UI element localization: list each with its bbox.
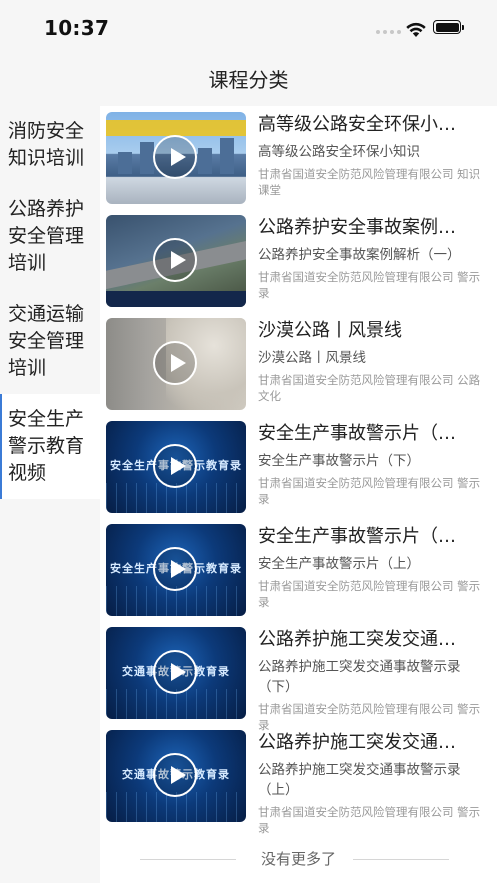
course-item[interactable]: 安全生产事故警示教育录 安全生产事故警示片（… 安全生产事故警示片（上） 甘肃省… <box>106 524 491 619</box>
play-icon[interactable] <box>153 753 197 797</box>
play-icon[interactable] <box>153 547 197 591</box>
course-item[interactable]: 交通事故警示教育录 公路养护施工突发交通… 公路养护施工突发交通事故警示录（上）… <box>106 730 491 835</box>
course-title: 公路养护施工突发交通… <box>258 732 456 753</box>
divider <box>353 859 449 860</box>
sidebar-item-label: 交通运输安全管理培训 <box>8 303 85 379</box>
course-item[interactable]: 公路养护安全事故案例… 公路养护安全事故案例解析（一） 甘肃省国道安全防范风险管… <box>106 215 491 310</box>
sidebar-item-label: 消防安全知识培训 <box>8 120 85 169</box>
course-title: 沙漠公路丨风景线 <box>258 320 402 341</box>
course-meta: 甘肃省国道安全防范风险管理有限公司 警示录 <box>258 270 481 300</box>
cellular-signal-icon <box>376 30 401 34</box>
status-time: 10:37 <box>44 16 110 40</box>
course-subtitle: 公路养护安全事故案例解析（一） <box>258 247 461 263</box>
course-item[interactable]: 交通事故警示教育录 公路养护施工突发交通… 公路养护施工突发交通事故警示录（下）… <box>106 627 491 732</box>
course-meta: 甘肃省国道安全防范风险管理有限公司 警示录 <box>258 702 481 732</box>
play-icon[interactable] <box>153 650 197 694</box>
course-title: 安全生产事故警示片（… <box>258 423 456 444</box>
video-thumbnail[interactable] <box>106 215 246 307</box>
sidebar-item-fire-safety[interactable]: 消防安全知识培训 <box>0 106 100 184</box>
sidebar-item-label: 安全生产警示教育视频 <box>8 408 85 484</box>
course-title: 公路养护施工突发交通… <box>258 629 456 650</box>
course-subtitle: 公路养护施工突发交通事故警示录（下） <box>258 659 461 695</box>
play-icon[interactable] <box>153 135 197 179</box>
wifi-icon <box>406 22 426 37</box>
course-item[interactable]: 安全生产事故警示教育录 安全生产事故警示片（… 安全生产事故警示片（下） 甘肃省… <box>106 421 491 516</box>
battery-icon <box>433 20 464 34</box>
sidebar-item-warning-videos[interactable]: 安全生产警示教育视频 <box>0 394 100 499</box>
video-thumbnail[interactable]: 安全生产事故警示教育录 <box>106 524 246 616</box>
video-thumbnail[interactable]: 安全生产事故警示教育录 <box>106 421 246 513</box>
course-title: 公路养护安全事故案例… <box>258 217 456 238</box>
course-subtitle: 沙漠公路丨风景线 <box>258 350 366 366</box>
sidebar-item-road-maintenance[interactable]: 公路养护安全管理培训 <box>0 184 100 289</box>
video-thumbnail[interactable] <box>106 318 246 410</box>
course-item[interactable]: 沙漠公路丨风景线 沙漠公路丨风景线 甘肃省国道安全防范风险管理有限公司 公路文化 <box>106 318 491 413</box>
list-end-indicator: 没有更多了 <box>100 848 497 870</box>
play-icon[interactable] <box>153 238 197 282</box>
course-subtitle: 安全生产事故警示片（上） <box>258 556 420 572</box>
course-meta: 甘肃省国道安全防范风险管理有限公司 警示录 <box>258 805 481 835</box>
course-meta: 甘肃省国道安全防范风险管理有限公司 警示录 <box>258 579 481 609</box>
course-title: 安全生产事故警示片（… <box>258 526 456 547</box>
play-icon[interactable] <box>153 444 197 488</box>
video-thumbnail[interactable] <box>106 112 246 204</box>
course-subtitle: 高等级公路安全环保小知识 <box>258 144 420 160</box>
course-list: 高等级公路安全环保小… 高等级公路安全环保小知识 甘肃省国道安全防范风险管理有限… <box>100 106 497 883</box>
category-sidebar: 消防安全知识培训 公路养护安全管理培训 交通运输安全管理培训 安全生产警示教育视… <box>0 106 100 883</box>
sidebar-item-transport-safety[interactable]: 交通运输安全管理培训 <box>0 289 100 394</box>
video-thumbnail[interactable]: 交通事故警示教育录 <box>106 627 246 719</box>
course-meta: 甘肃省国道安全防范风险管理有限公司 警示录 <box>258 476 481 506</box>
course-subtitle: 安全生产事故警示片（下） <box>258 453 420 469</box>
play-icon[interactable] <box>153 341 197 385</box>
course-item[interactable]: 高等级公路安全环保小… 高等级公路安全环保小知识 甘肃省国道安全防范风险管理有限… <box>106 112 491 207</box>
status-bar: 10:37 <box>0 0 497 56</box>
page-title: 课程分类 <box>208 68 289 92</box>
course-meta: 甘肃省国道安全防范风险管理有限公司 公路文化 <box>258 373 481 403</box>
course-subtitle: 公路养护施工突发交通事故警示录（上） <box>258 762 461 798</box>
course-meta: 甘肃省国道安全防范风险管理有限公司 知识课堂 <box>258 167 481 197</box>
course-title: 高等级公路安全环保小… <box>258 114 456 135</box>
video-thumbnail[interactable]: 交通事故警示教育录 <box>106 730 246 822</box>
sidebar-item-label: 公路养护安全管理培训 <box>8 198 85 274</box>
